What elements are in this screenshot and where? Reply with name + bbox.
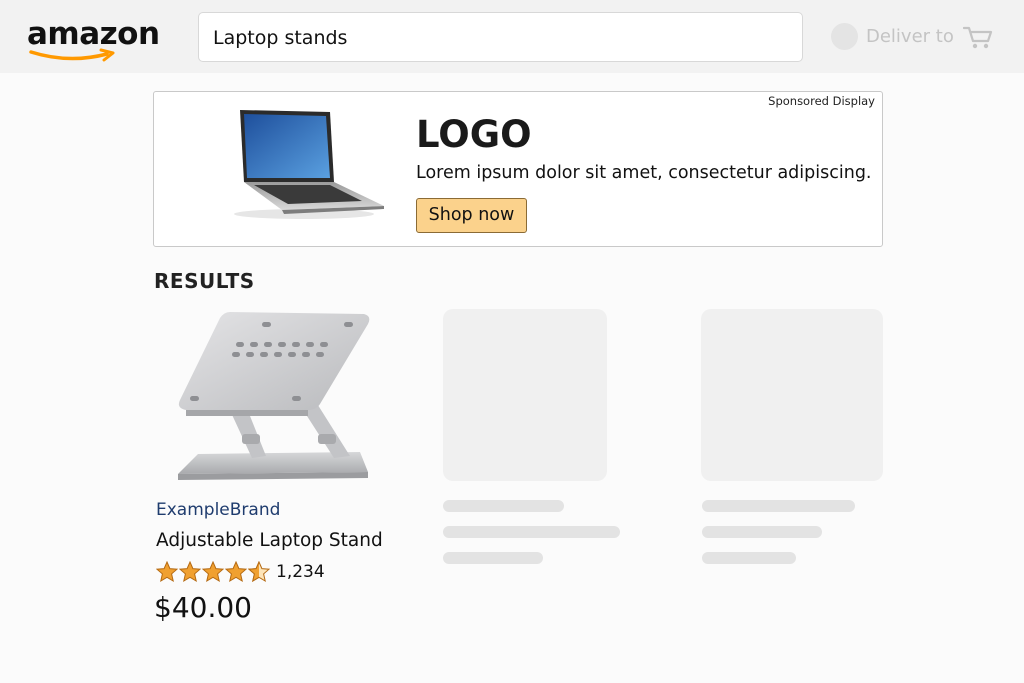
shop-now-button[interactable]: Shop now [416, 198, 527, 233]
ad-copy: Lorem ipsum dolor sit amet, consectetur … [416, 163, 872, 183]
star-rating-icon[interactable] [156, 561, 272, 583]
placeholder-line [443, 552, 543, 564]
placeholder-image [443, 309, 607, 481]
search-value: Laptop stands [213, 27, 348, 49]
product-brand-link[interactable]: ExampleBrand [156, 500, 280, 521]
placeholder-line [443, 526, 620, 538]
laptop-image [234, 110, 384, 219]
placeholder-line [443, 500, 564, 512]
product-title-link[interactable]: Adjustable Laptop Stand [156, 529, 383, 552]
results-heading: RESULTS [154, 269, 255, 293]
location-icon[interactable] [831, 23, 858, 50]
placeholder-line [702, 526, 822, 538]
top-header: amazon Laptop stands Deliver to [0, 0, 1024, 73]
rating-count[interactable]: 1,234 [276, 562, 325, 583]
product-price: $40.00 [154, 591, 252, 624]
deliver-to-link[interactable]: Deliver to [866, 26, 954, 48]
laptop-stand-image[interactable] [168, 306, 380, 488]
placeholder-line [702, 500, 855, 512]
ad-brand-logo: LOGO [416, 113, 532, 156]
search-input[interactable]: Laptop stands [198, 12, 803, 62]
sponsored-display-ad[interactable]: Sponsored Display LOGO Lorem ipsum dolor… [153, 91, 883, 247]
amazon-logo[interactable]: amazon [27, 14, 160, 64]
cart-icon[interactable] [963, 25, 993, 51]
sponsored-label: Sponsored Display [768, 94, 875, 108]
placeholder-line [702, 552, 796, 564]
placeholder-image [701, 309, 883, 481]
logo-text: amazon [27, 16, 160, 52]
logo-smile-icon [29, 48, 115, 62]
